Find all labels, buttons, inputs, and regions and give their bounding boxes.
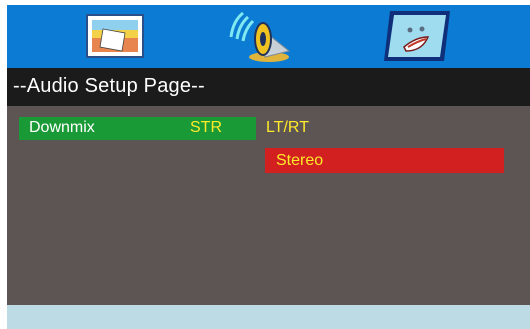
page-title-bar: --Audio Setup Page-- xyxy=(7,68,530,106)
setting-value-downmix: STR xyxy=(190,119,222,136)
general-setup-icon[interactable] xyxy=(73,7,157,65)
setting-row-downmix[interactable]: Downmix STR xyxy=(19,117,256,140)
setting-label-downmix: Downmix xyxy=(29,119,95,136)
option-lt-rt[interactable]: LT/RT xyxy=(266,119,309,137)
dvd-setup-menu: --Audio Setup Page-- Downmix STR LT/RT S… xyxy=(7,5,530,329)
page-title: --Audio Setup Page-- xyxy=(13,75,205,97)
video-setup-icon[interactable] xyxy=(374,7,458,65)
settings-panel: Downmix STR LT/RT Stereo xyxy=(7,106,530,305)
setup-category-bar xyxy=(7,5,530,68)
audio-setup-icon[interactable] xyxy=(223,7,307,65)
option-stereo[interactable]: Stereo xyxy=(265,148,504,173)
footer-bar xyxy=(7,305,530,329)
option-stereo-label: Stereo xyxy=(276,152,324,169)
